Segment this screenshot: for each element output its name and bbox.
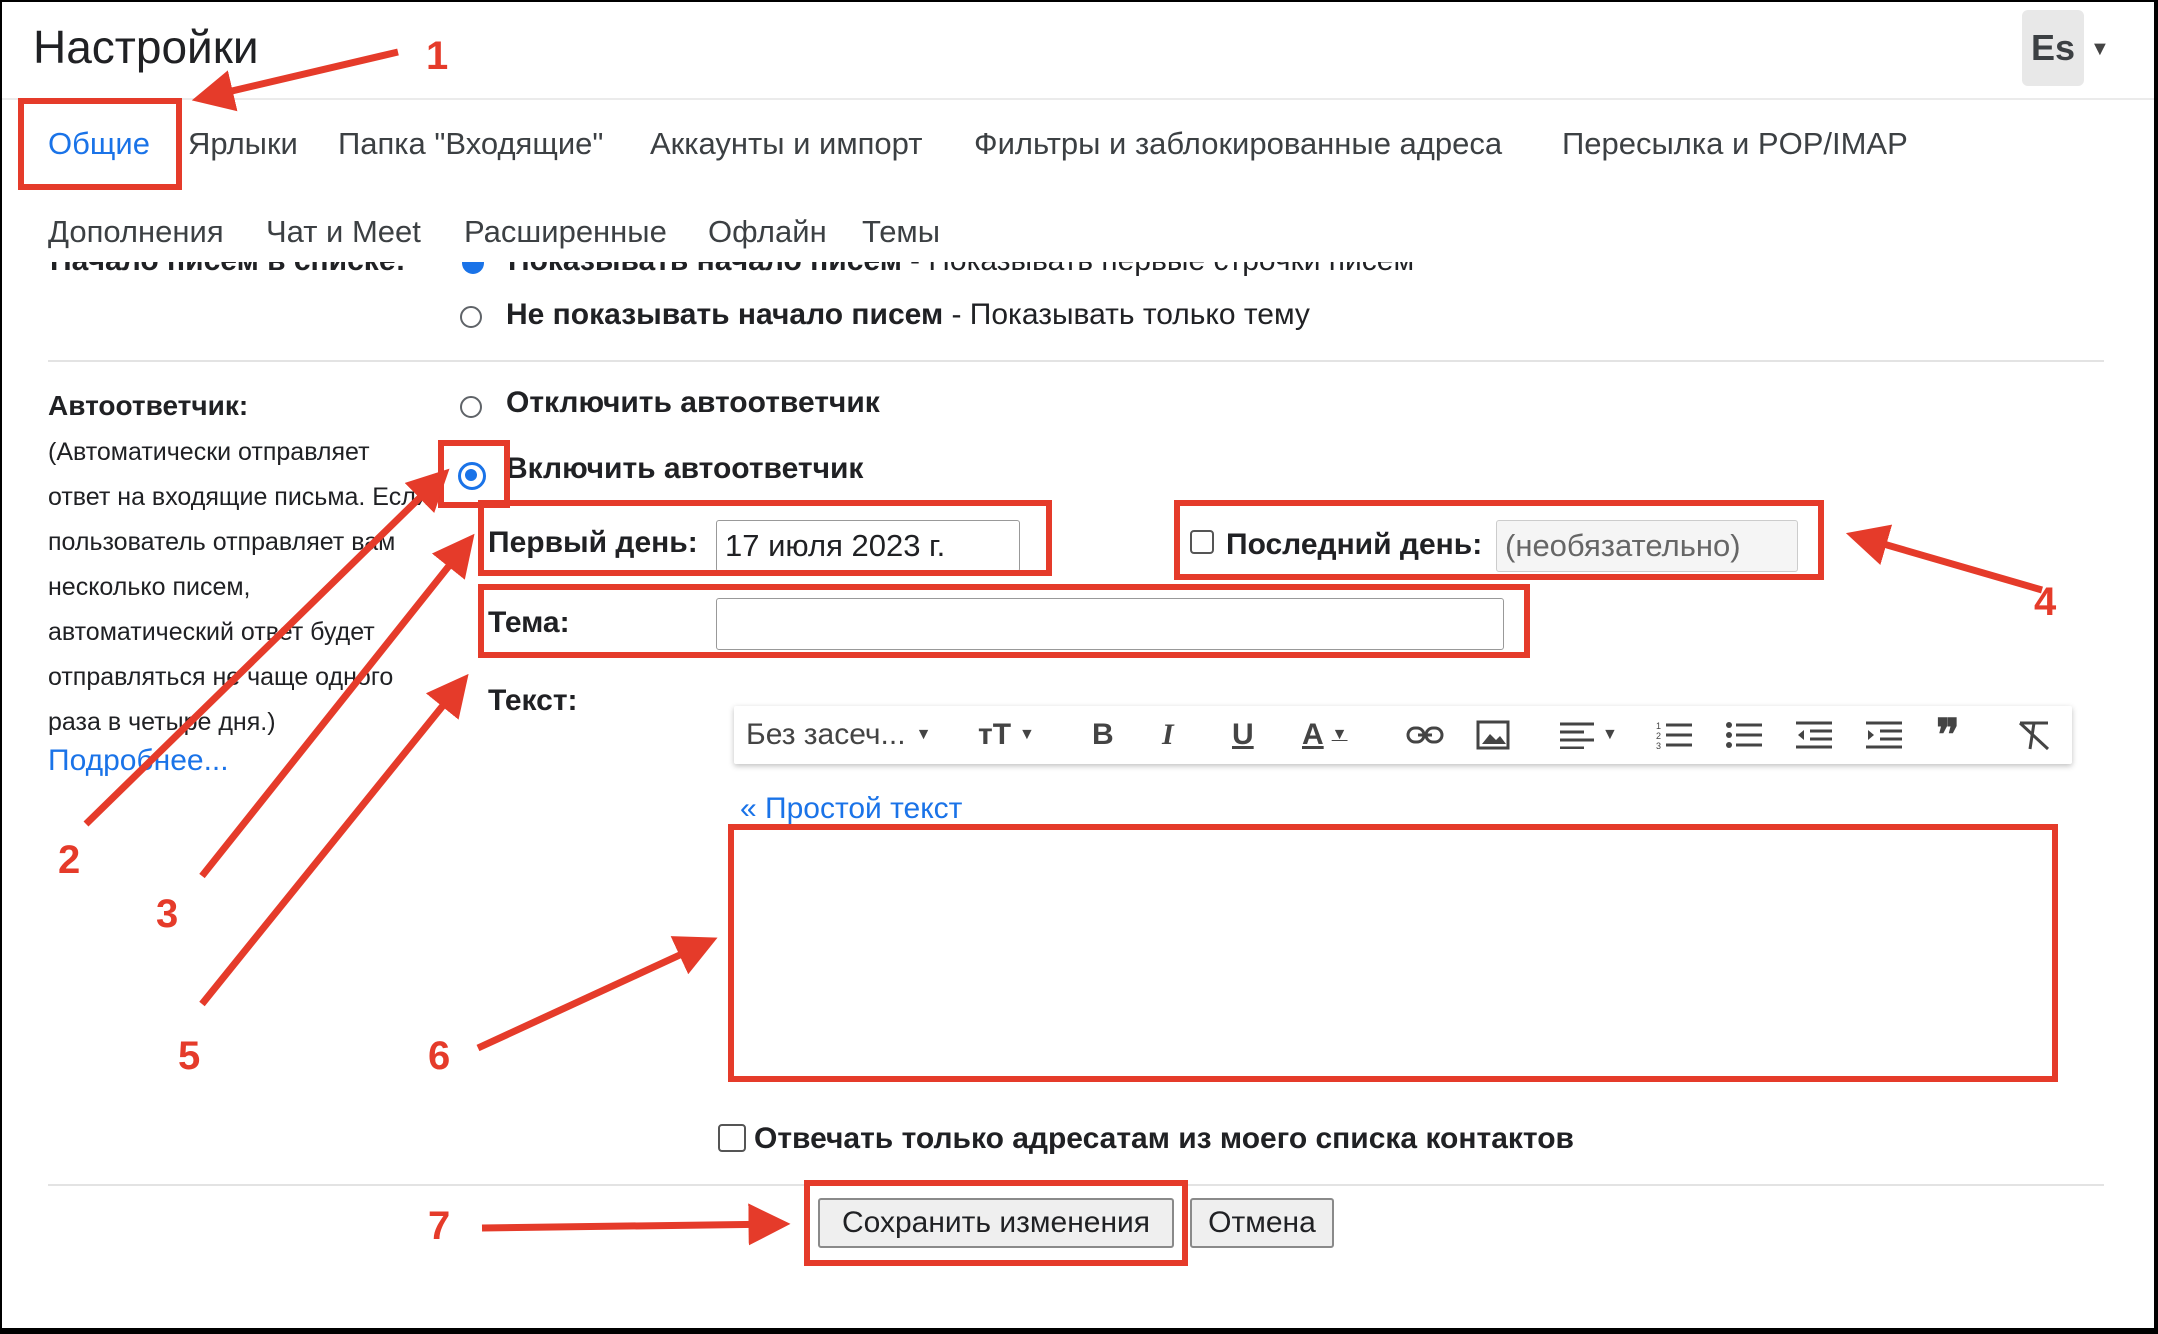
arrow-6 <box>476 936 718 1052</box>
arrow-3 <box>199 533 475 879</box>
annotation-number: 7 <box>428 1204 451 1248</box>
arrow-5 <box>199 673 469 1007</box>
arrow-1 <box>191 48 399 112</box>
annotation-number: 2 <box>58 838 81 882</box>
arrow-4 <box>1845 524 2043 594</box>
arrow-7 <box>481 1203 791 1246</box>
annotation-number: 4 <box>2034 580 2057 624</box>
settings-page: Настройки Es ▼ Общие Ярлыки Папка "Входя… <box>2 2 2154 1328</box>
annotation-arrows <box>83 48 2043 1246</box>
annotation-number: 6 <box>428 1034 451 1078</box>
annotation-number: 1 <box>426 34 449 78</box>
annotation-number: 3 <box>156 892 179 936</box>
annotation-number: 5 <box>178 1034 201 1078</box>
